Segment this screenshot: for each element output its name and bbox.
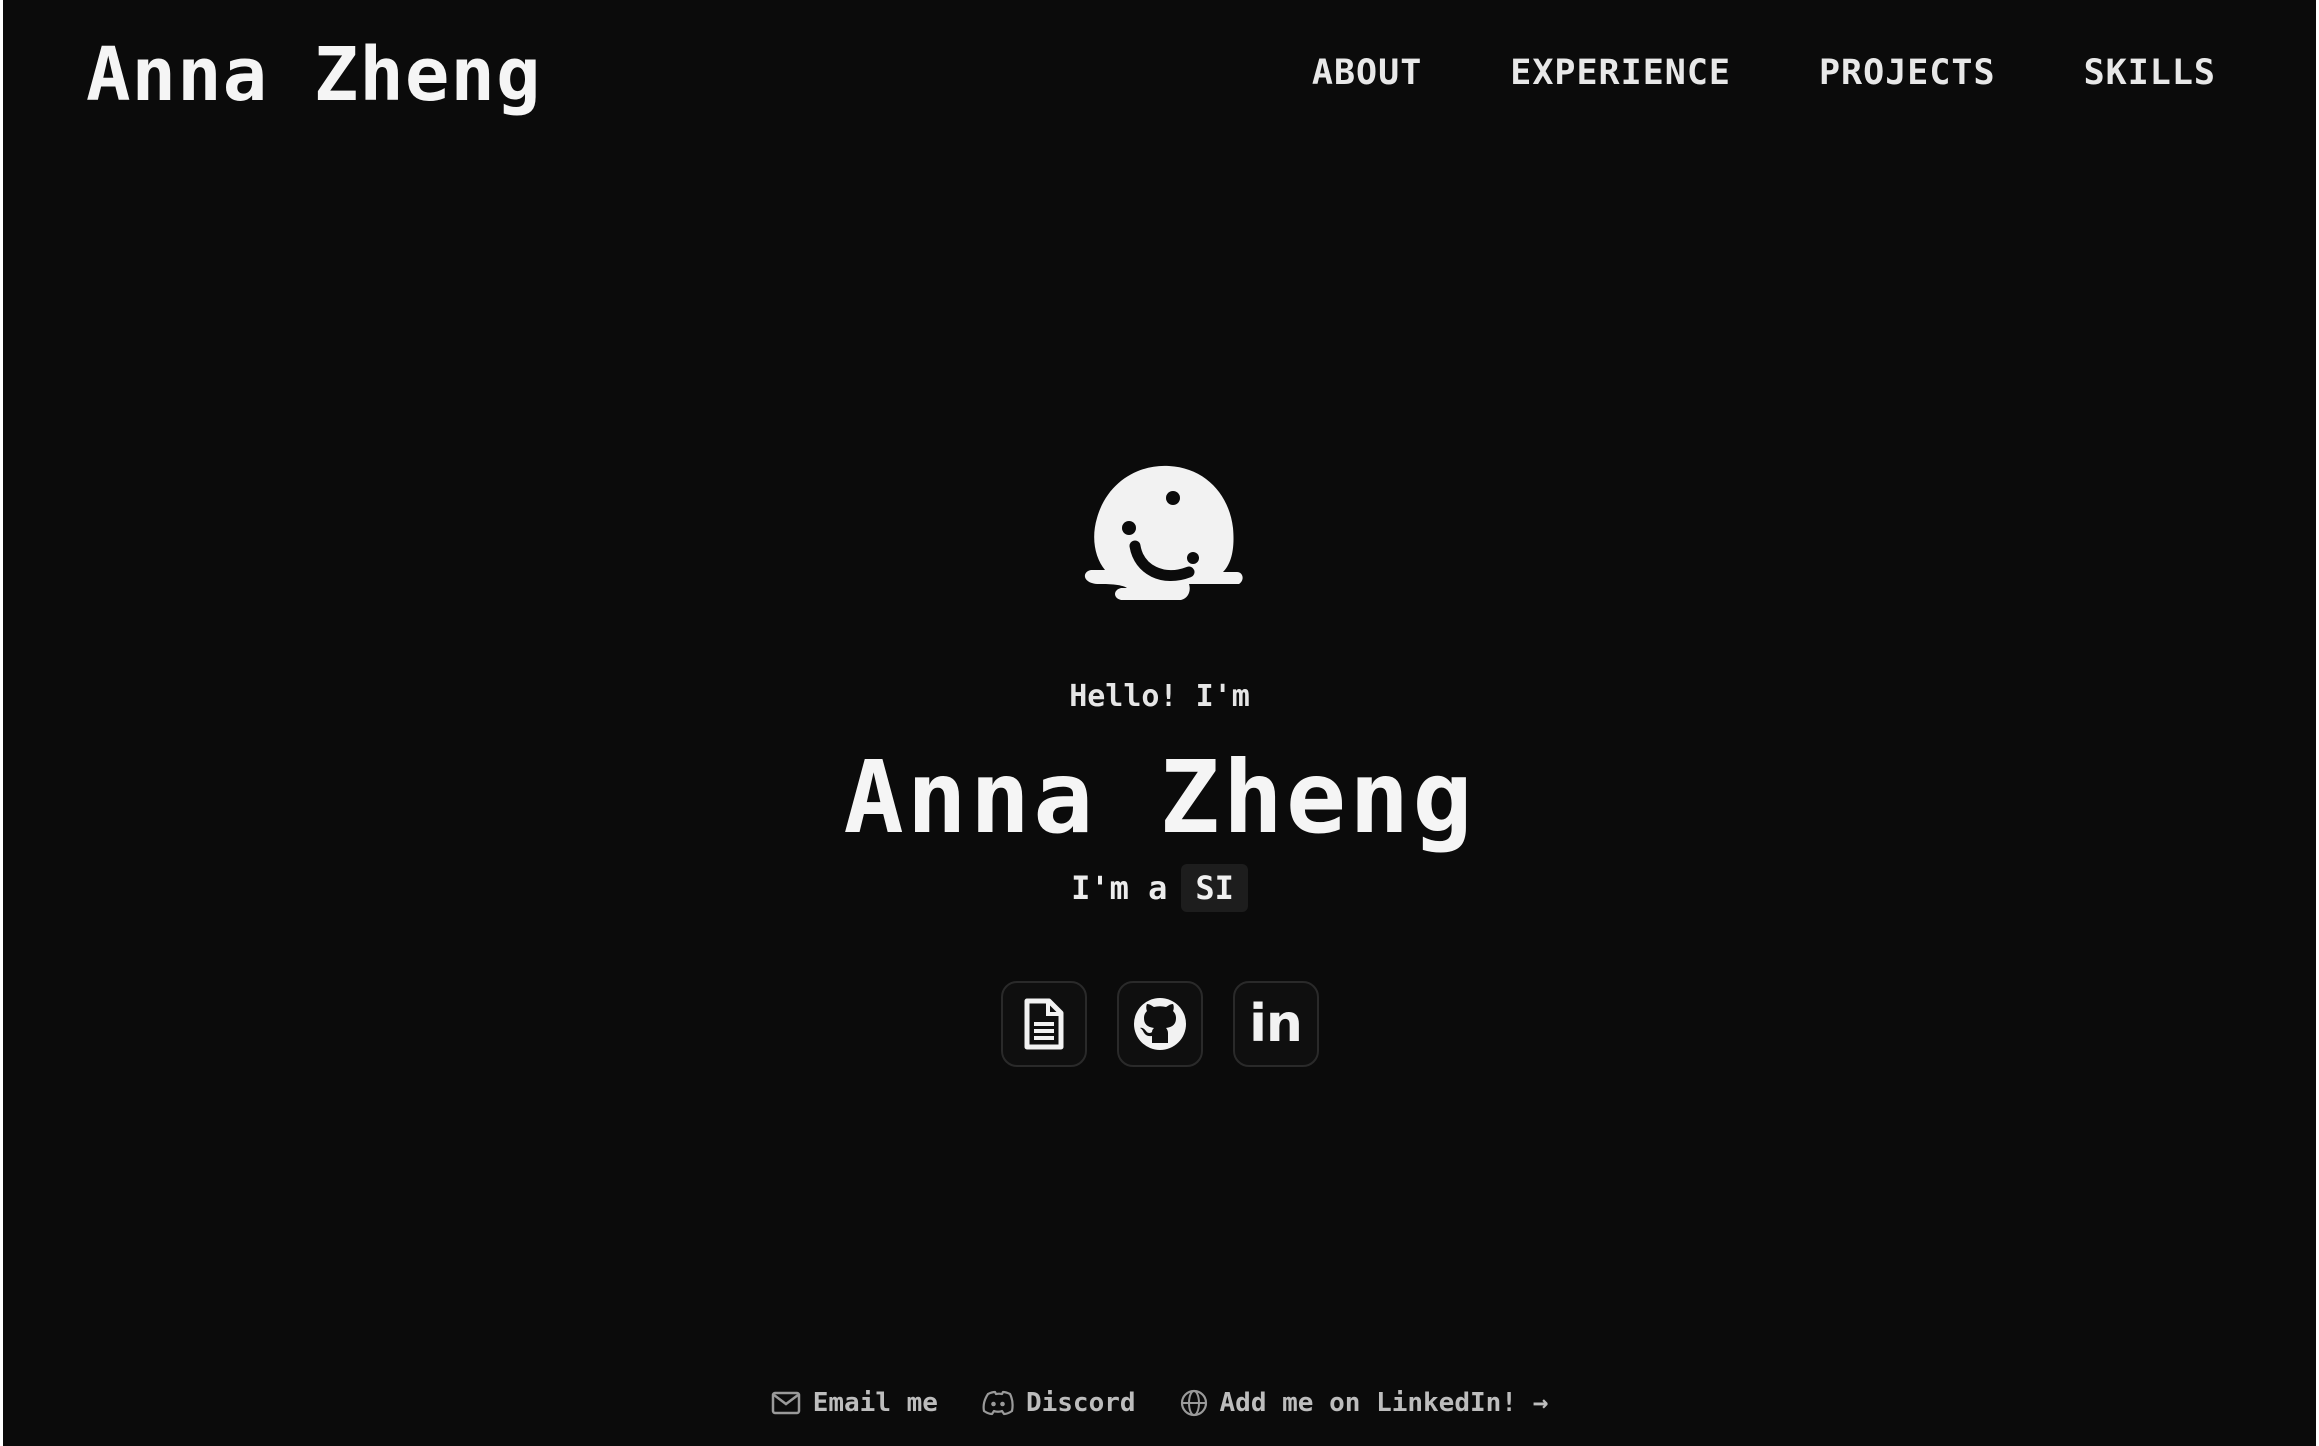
linkedin-link-label: Add me on LinkedIn! →	[1219, 1388, 1549, 1418]
resume-button[interactable]	[1000, 981, 1087, 1067]
social-buttons: in	[3, 981, 2316, 1067]
linkedin-button[interactable]: in	[1232, 981, 1319, 1067]
github-icon	[1132, 996, 1188, 1052]
email-link[interactable]: Email me	[771, 1388, 938, 1418]
ghost-avatar-icon	[1077, 458, 1247, 608]
discord-icon	[982, 1390, 1014, 1416]
email-link-label: Email me	[812, 1388, 938, 1418]
hero-name: Anna Zheng	[843, 739, 1476, 856]
document-icon	[1021, 998, 1067, 1050]
nav-about[interactable]: ABOUT	[1312, 56, 1422, 91]
github-button[interactable]	[1116, 981, 1203, 1067]
nav-experience[interactable]: EXPERIENCE	[1510, 56, 1731, 91]
main-nav: ABOUT EXPERIENCE PROJECTS SKILLS	[1312, 56, 2216, 91]
mail-icon	[771, 1391, 801, 1415]
linkedin-icon: in	[1249, 994, 1303, 1054]
site-logo[interactable]: Anna Zheng	[86, 38, 542, 112]
discord-link[interactable]: Discord	[982, 1388, 1136, 1418]
globe-icon	[1180, 1389, 1208, 1417]
hero-greeting: Hello! I'm	[1069, 679, 1250, 714]
nav-projects[interactable]: PROJECTS	[1819, 56, 1996, 91]
role-tag: SI	[1181, 864, 1248, 912]
page: Anna Zheng ABOUT EXPERIENCE PROJECTS SKI…	[3, 0, 2316, 1446]
discord-link-label: Discord	[1025, 1388, 1136, 1418]
linkedin-link[interactable]: Add me on LinkedIn! →	[1180, 1388, 1549, 1418]
role-prefix: I'm a	[1071, 869, 1168, 907]
nav-skills[interactable]: SKILLS	[2084, 56, 2216, 91]
role-line: I'm a SI	[3, 864, 2316, 912]
footer-links: Email me Discord Add me on LinkedIn! →	[3, 1388, 2316, 1418]
